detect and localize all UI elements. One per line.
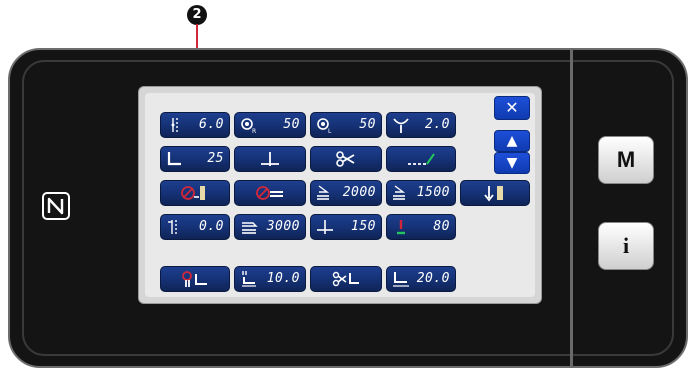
needle-position-icon: [261, 152, 279, 166]
foot-height-value: 10.0: [266, 271, 300, 286]
wiper-disabled-icon: [256, 186, 283, 200]
feed-offset-value: 0.0: [199, 219, 224, 234]
stitch-line-button[interactable]: [386, 146, 456, 172]
presser-foot-pressure-icon: [167, 152, 181, 166]
speed-sewing-icon: [242, 222, 258, 234]
needle-position-button[interactable]: [234, 146, 306, 172]
stitch-length-value: 2.0: [425, 117, 450, 132]
thread-tension-button[interactable]: 6.0: [160, 112, 230, 138]
soft-start-speed-button[interactable]: 1500: [386, 180, 456, 206]
svg-text:R: R: [252, 128, 256, 134]
soft-start-speed-value: 1500: [416, 185, 450, 200]
needle-height-icon: [317, 220, 333, 234]
thread-trimmer-button[interactable]: [310, 146, 382, 172]
soft-start-speed-icon: [393, 185, 406, 200]
arrow-down-icon: ▼: [506, 155, 518, 171]
scroll-up-button[interactable]: ▲: [494, 130, 530, 152]
info-button-label: i: [622, 233, 630, 258]
panel-divider: [570, 48, 573, 368]
presser-left-value: 50: [359, 117, 376, 132]
presser-right-icon: R: [241, 118, 256, 134]
presser-right-button[interactable]: R 50: [234, 112, 306, 138]
foot-height-icon: [242, 271, 256, 287]
feed-offset-button[interactable]: 0.0: [160, 214, 230, 240]
presser-foot-pressure-value: 25: [207, 151, 224, 166]
alarm-value: 80: [433, 219, 450, 234]
stitch-line-icon: [408, 153, 435, 165]
foot-height-button[interactable]: 10.0: [234, 266, 306, 292]
max-speed-icon: [317, 185, 330, 200]
presser-left-button[interactable]: L 50: [310, 112, 382, 138]
alarm-icon: [397, 220, 405, 235]
feed-offset-icon: [168, 220, 177, 234]
scroll-down-button[interactable]: ▼: [494, 152, 530, 174]
speed-sewing-value: 3000: [266, 219, 300, 234]
needle-height-value: 150: [351, 219, 376, 234]
svg-text:L: L: [328, 128, 332, 134]
pause-foot-button[interactable]: [160, 266, 230, 292]
foot-stroke-icon: [393, 272, 409, 287]
presser-right-value: 50: [283, 117, 300, 132]
info-button[interactable]: i: [598, 222, 654, 270]
trim-foot-button[interactable]: [310, 266, 382, 292]
mode-button-label: M: [616, 147, 636, 172]
speed-sewing-button[interactable]: 3000: [234, 214, 306, 240]
foot-stroke-value: 20.0: [416, 271, 450, 286]
thread-trimmer-icon: [336, 151, 355, 167]
presser-foot-pressure-button[interactable]: 25: [160, 146, 230, 172]
thread-tension-icon: [171, 118, 178, 132]
foot-lift-disabled-button[interactable]: [160, 180, 230, 206]
trim-foot-icon: [332, 271, 359, 287]
foot-lift-disabled-icon: [181, 186, 205, 200]
presser-left-icon: L: [317, 118, 332, 134]
stitch-length-icon: [393, 118, 409, 133]
alarm-button[interactable]: 80: [386, 214, 456, 240]
reverse-feed-icon: [484, 186, 503, 202]
thread-tension-value: 6.0: [199, 117, 224, 132]
max-speed-button[interactable]: 2000: [310, 180, 382, 206]
close-icon: ✕: [505, 98, 519, 117]
arrow-up-icon: ▲: [506, 133, 518, 149]
reverse-feed-button[interactable]: [460, 180, 530, 206]
stitch-length-button[interactable]: 2.0: [386, 112, 456, 138]
pause-foot-icon: [182, 271, 207, 287]
nfc-icon: [42, 192, 70, 220]
mode-button[interactable]: M: [598, 136, 654, 184]
callout-number: 2: [187, 5, 207, 25]
foot-stroke-button[interactable]: 20.0: [386, 266, 456, 292]
needle-height-button[interactable]: 150: [310, 214, 382, 240]
wiper-disabled-button[interactable]: [234, 180, 306, 206]
max-speed-value: 2000: [342, 185, 376, 200]
close-button[interactable]: ✕: [494, 96, 530, 120]
